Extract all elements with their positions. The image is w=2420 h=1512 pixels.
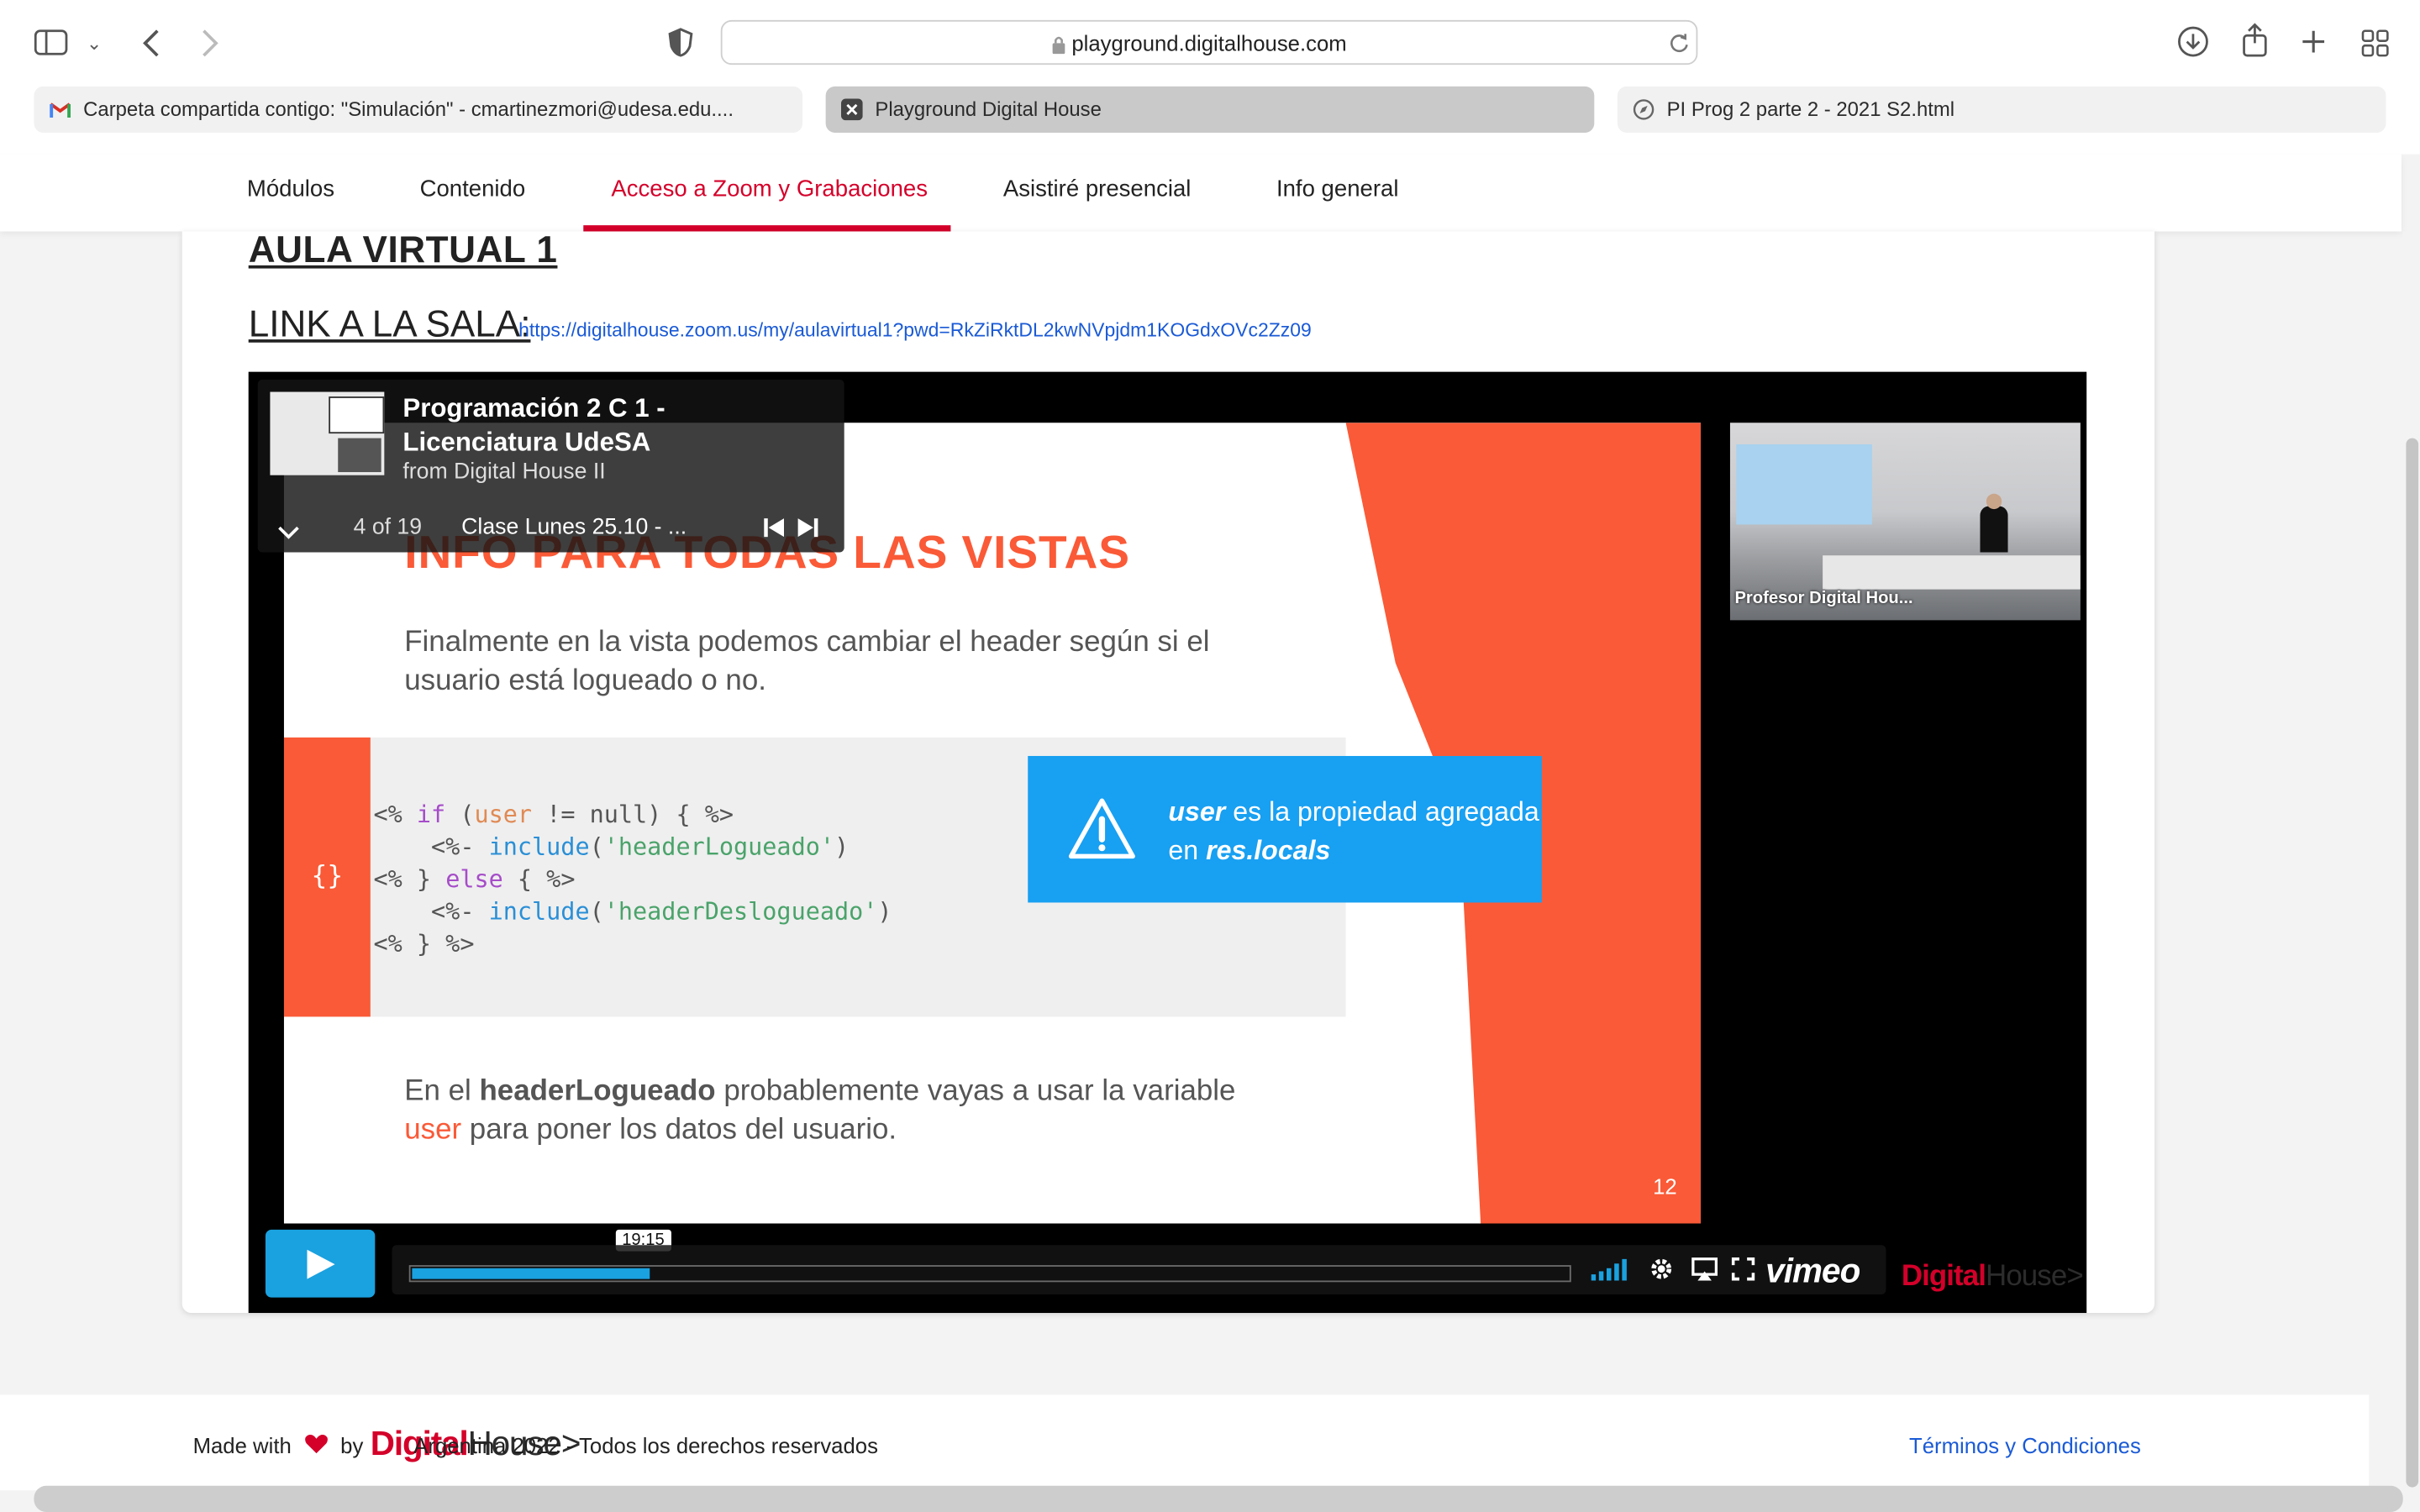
forward-icon[interactable] [199, 28, 221, 59]
slide-paragraph-2: En el headerLogueado probablemente vayas… [404, 1073, 1299, 1150]
url-text: playground.digitalhouse.com [1071, 30, 1347, 56]
p2-text: probablemente vayas a usar la variable [715, 1075, 1236, 1108]
made-with-label: Made with [192, 1433, 292, 1458]
fullscreen-icon[interactable] [1731, 1257, 1755, 1281]
chevron-down-icon[interactable]: ⌄ [87, 28, 102, 59]
play-button[interactable] [265, 1229, 376, 1298]
p2-strong: headerLogueado [479, 1075, 716, 1108]
quality-bars-icon[interactable] [1591, 1258, 1630, 1281]
back-icon[interactable] [140, 28, 162, 59]
channel-thumbnail[interactable] [270, 391, 385, 475]
active-tab-indicator [583, 225, 951, 232]
thumb-slide [329, 396, 385, 434]
slide-number: 12 [1653, 1173, 1677, 1200]
heart-icon [304, 1435, 328, 1454]
tab-label: Playground Digital House [875, 97, 1102, 121]
tab-label: Carpeta compartida contigo: "Simulación"… [83, 97, 734, 121]
site-nav: Módulos Contenido Acceso a Zoom y Grabac… [0, 154, 2402, 232]
progress-bar[interactable] [408, 1265, 1571, 1283]
horizontal-scrollbar[interactable] [34, 1485, 2403, 1512]
camera-feed: Profesor Digital Hou... [1729, 423, 2081, 621]
video-info-overlay: Programación 2 C 1 - Licenciatura UdeSA … [257, 379, 844, 553]
nav-modulos[interactable]: Módulos [247, 176, 334, 202]
control-bar: vimeo [392, 1245, 1886, 1294]
browser-toolbar: ⌄ playground.digitalhouse.com Carpeta co… [0, 0, 2420, 155]
terms-link[interactable]: Términos y Condiciones [1909, 1433, 2141, 1457]
previous-icon[interactable] [764, 517, 785, 538]
reload-icon[interactable] [1668, 33, 1690, 55]
digitalhouse-watermark: DigitalHouse> [1901, 1260, 2084, 1294]
sidebar-icon[interactable] [34, 29, 68, 55]
chevron-down-icon[interactable] [278, 526, 300, 540]
brand-b: House> [1986, 1260, 2084, 1294]
copyright: Argentina 2022 - Todos los derechos rese… [413, 1433, 878, 1458]
made-with-text: Made with by [193, 1433, 364, 1457]
video-channel[interactable]: from Digital House II [402, 459, 605, 484]
progress-fill [412, 1268, 650, 1279]
gmail-icon [50, 102, 71, 118]
desks [1823, 555, 2081, 590]
brand-a: Digital [1901, 1260, 1986, 1294]
nav-info-general[interactable]: Info general [1276, 176, 1399, 202]
downloads-icon[interactable] [2178, 26, 2209, 57]
tab-gmail[interactable]: Carpeta compartida contigo: "Simulación"… [34, 86, 803, 133]
callout-user: user [1168, 795, 1226, 827]
presenter-head [1986, 493, 2002, 510]
projector-screen [1736, 444, 1872, 525]
nav-zoom-grabaciones[interactable]: Acceso a Zoom y Grabaciones [611, 176, 928, 202]
airplay-icon[interactable] [1691, 1257, 1718, 1282]
privacy-shield-icon[interactable] [668, 28, 693, 57]
new-tab-icon[interactable] [2302, 29, 2326, 54]
presenter [1980, 506, 2008, 553]
thumb-cam [338, 438, 381, 473]
zoom-link[interactable]: https://digitalhouse.zoom.us/my/aulavirt… [518, 319, 1312, 341]
share-icon[interactable] [2241, 23, 2269, 57]
vimeo-logo[interactable]: vimeo [1765, 1252, 1860, 1292]
settings-gear-icon[interactable] [1649, 1256, 1675, 1282]
next-icon[interactable] [797, 517, 818, 538]
tab-pi-prog[interactable]: PI Prog 2 parte 2 - 2021 S2.html [1617, 86, 2386, 133]
video-player[interactable]: INFO PARA TODAS LAS VISTAS Finalmente en… [248, 371, 2087, 1314]
callout-text: user es la propiedad agregada en res.loc… [1168, 793, 1541, 870]
code-block: <% if (user != null) { %> <%- include('h… [373, 801, 892, 958]
warning-icon [1068, 798, 1135, 859]
compass-icon [1633, 99, 1655, 120]
p2-text: para poner los datos del usuario. [461, 1114, 897, 1147]
slide-paragraph: Finalmente en la vista podemos cambiar e… [404, 626, 1210, 698]
callout-locals: res.locals [1206, 834, 1331, 866]
video-title[interactable]: Programación 2 C 1 - Licenciatura UdeSA [402, 392, 819, 460]
playlist-position: 4 of 19 [353, 515, 423, 540]
nav-asistire-presencial[interactable]: Asistiré presencial [1003, 176, 1192, 202]
nav-contenido[interactable]: Contenido [420, 176, 526, 202]
callout-box: user es la propiedad agregada en res.loc… [1028, 755, 1542, 903]
next-clip-title[interactable]: Clase Lunes 25.10 - ... [461, 515, 687, 539]
camera-label: Profesor Digital Hou... [1734, 589, 1913, 608]
p2-var: user [404, 1114, 462, 1147]
tab-playground[interactable]: Playground Digital House [825, 86, 1595, 133]
by-label: by [340, 1433, 364, 1458]
tab-overview-icon[interactable] [2361, 29, 2389, 57]
link-label: LINK A LA SALA: [248, 303, 531, 346]
vertical-scrollbar[interactable] [2406, 438, 2419, 1488]
p2-text: En el [404, 1075, 480, 1108]
play-icon [307, 1249, 335, 1279]
code-side-label: {} [283, 737, 371, 1017]
page-title: AULA VIRTUAL 1 [248, 229, 558, 272]
address-bar[interactable]: playground.digitalhouse.com [720, 19, 1698, 66]
tab-label: PI Prog 2 parte 2 - 2021 S2.html [1666, 97, 1955, 121]
close-icon[interactable] [841, 98, 863, 121]
